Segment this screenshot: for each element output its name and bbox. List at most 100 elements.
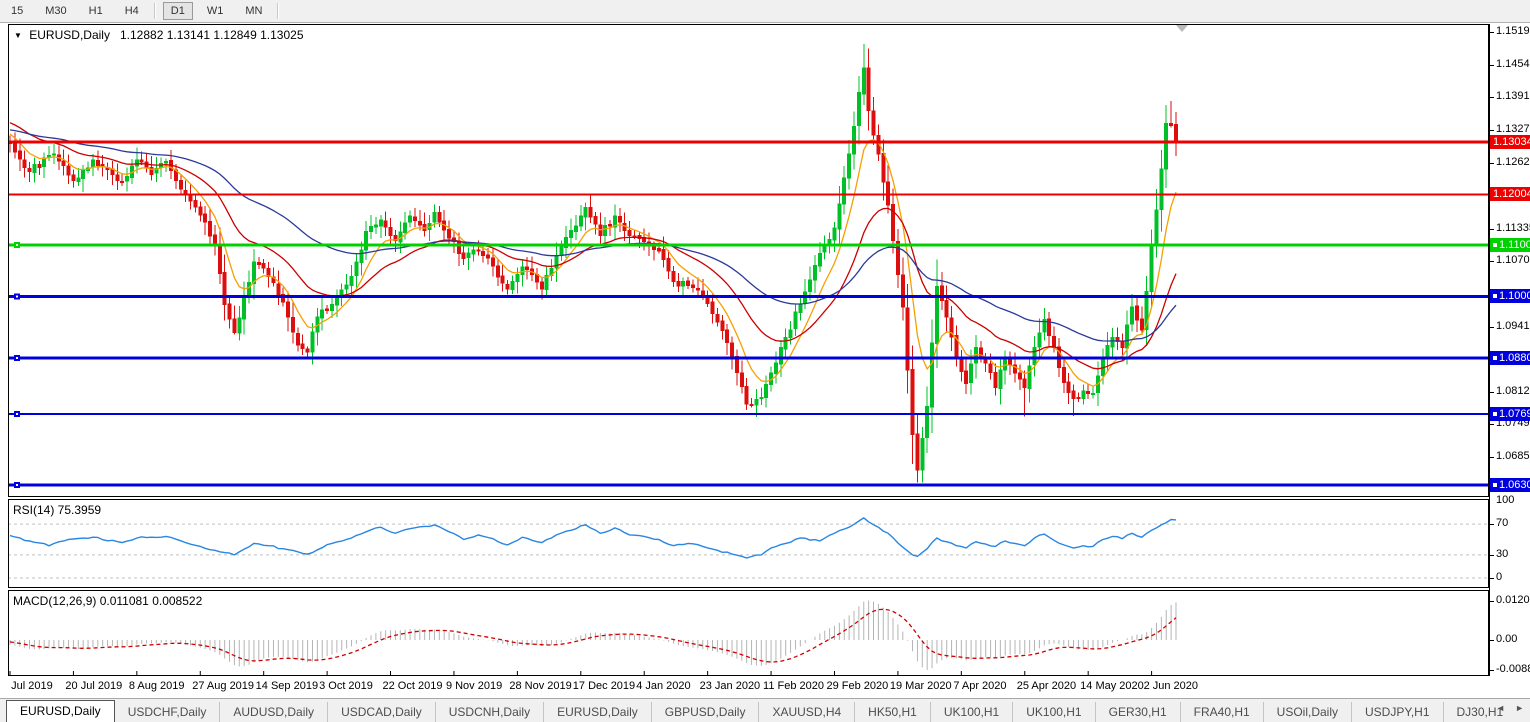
price-tick-label: 1.13915	[1496, 90, 1530, 102]
chart-tab-GBPUSD-Daily[interactable]: GBPUSD,Daily	[651, 702, 759, 722]
timeframe-toolbar: 15 M30 H1 H4 D1 W1 MN	[0, 0, 1530, 23]
chart-tab-UK100-H1[interactable]: UK100,H1	[1012, 702, 1094, 722]
date-tick-label: 23 Jan 2020	[700, 680, 761, 692]
price-tick-label: 1.15190	[1496, 25, 1530, 37]
rsi-tick-label: 70	[1496, 517, 1508, 529]
chart-tab-EURUSD-Daily[interactable]: EURUSD,Daily	[6, 700, 115, 722]
chart-tab-HK50-H1[interactable]: HK50,H1	[854, 702, 930, 722]
candlestick-series	[9, 44, 1178, 482]
rsi-tick-mark	[1490, 578, 1494, 579]
price-tick-label: 1.10705	[1496, 254, 1530, 266]
timeframe-button-H1[interactable]: H1	[81, 2, 111, 20]
date-tick-label: 22 Oct 2019	[383, 680, 443, 692]
price-tick-mark	[1490, 424, 1494, 425]
date-tick-label: 29 Feb 2020	[826, 680, 888, 692]
macd-tick-label: -0.00888	[1496, 663, 1530, 675]
date-tick-label: 14 Sep 2019	[256, 680, 318, 692]
level-price-label: 1.07697	[1490, 407, 1530, 421]
level-price-label: 1.08800	[1490, 351, 1530, 365]
toolbar-separator	[154, 3, 156, 19]
chart-canvas[interactable]	[8, 24, 1489, 676]
rsi-tick-label: 30	[1496, 548, 1508, 560]
level-handle-icon	[1493, 356, 1497, 360]
timeframe-button-15[interactable]: 15	[3, 2, 31, 20]
macd-tick-mark	[1490, 601, 1494, 602]
tab-scroll-controls: ◄ ►	[1496, 703, 1524, 713]
date-tick-label: 20 Jul 2019	[65, 680, 122, 692]
chart-tab-AUDUSD-Daily[interactable]: AUDUSD,Daily	[219, 702, 327, 722]
date-tick-label: 27 Aug 2019	[192, 680, 254, 692]
macd-signal-line	[10, 609, 1176, 662]
timeframe-button-M30[interactable]: M30	[37, 2, 74, 20]
chart-tab-USDCNH-Daily[interactable]: USDCNH,Daily	[435, 702, 543, 722]
tab-scroll-left-button[interactable]: ◄	[1496, 703, 1505, 713]
mt4-window: 15 M30 H1 H4 D1 W1 MN ▼ EURUSD,Daily 1.12882 1…	[0, 0, 1530, 722]
date-tick-label: 28 Nov 2019	[509, 680, 571, 692]
rsi-tick-label: 0	[1496, 571, 1502, 583]
macd-tick-label: 0.00	[1496, 633, 1517, 645]
date-tick-label: 11 Feb 2020	[763, 680, 824, 692]
timeframe-button-MN[interactable]: MN	[237, 2, 270, 20]
tab-scroll-right-button[interactable]: ►	[1515, 703, 1524, 713]
chart-symbol-label: EURUSD,Daily	[29, 28, 110, 42]
price-tick-mark	[1490, 261, 1494, 262]
price-tick-mark	[1490, 457, 1494, 458]
price-tick-label: 1.06850	[1496, 450, 1530, 462]
price-tick-label: 1.13270	[1496, 123, 1530, 135]
chart-title: ▼ EURUSD,Daily 1.12882 1.13141 1.12849 1…	[14, 28, 304, 42]
chart-tab-XAUUSD-H4[interactable]: XAUUSD,H4	[758, 702, 854, 722]
level-price-label: 1.10008	[1490, 289, 1530, 303]
level-handle-icon	[1493, 412, 1497, 416]
chart-tab-GER30-H1[interactable]: GER30,H1	[1095, 702, 1180, 722]
chart-tab-bar: EURUSD,DailyUSDCHF,DailyAUDUSD,DailyUSDC…	[0, 698, 1530, 722]
date-axis[interactable]: 2 Jul 2019 20 Jul 2019 8 Aug 2019 27 Aug 20…	[8, 676, 1489, 697]
date-tick-label: 3 Oct 2019	[319, 680, 373, 692]
price-tick-mark	[1490, 392, 1494, 393]
date-tick-label: 2 Jun 2020	[1144, 680, 1198, 692]
price-tick-mark	[1490, 65, 1494, 66]
timeframe-button-W1[interactable]: W1	[199, 2, 232, 20]
price-tick-mark	[1490, 32, 1494, 33]
macd-tick-mark	[1490, 640, 1494, 641]
macd-pane	[10, 601, 1176, 675]
price-tick-mark	[1490, 327, 1494, 328]
chart-tab-USDJPY-H1[interactable]: USDJPY,H1	[1351, 702, 1442, 722]
chart-shift-marker-icon[interactable]	[1176, 25, 1188, 32]
price-axis[interactable]: 1.151901.145451.139151.132701.126251.113…	[1489, 24, 1530, 676]
date-tick-label: 8 Aug 2019	[129, 680, 185, 692]
level-price-label: 1.13034	[1490, 135, 1530, 149]
date-tick-label: 9 Nov 2019	[446, 680, 502, 692]
price-tick-label: 1.12625	[1496, 156, 1530, 168]
macd-indicator-label: MACD(12,26,9) 0.011081 0.008522	[13, 594, 202, 608]
chart-tab-USDCHF-Daily[interactable]: USDCHF,Daily	[115, 702, 220, 722]
macd-tick-mark	[1490, 670, 1494, 671]
chevron-down-icon: ▼	[14, 31, 22, 40]
rsi-tick-mark	[1490, 555, 1494, 556]
price-tick-mark	[1490, 130, 1494, 131]
ma-slow-line	[10, 130, 1176, 341]
date-tick-label: 25 Apr 2020	[1017, 680, 1076, 692]
rsi-tick-label: 100	[1496, 494, 1514, 506]
timeframe-button-H4[interactable]: H4	[117, 2, 147, 20]
price-tick-mark	[1490, 97, 1494, 98]
moving-average-lines	[10, 123, 1176, 387]
chart-tab-UK100-H1[interactable]: UK100,H1	[930, 702, 1012, 722]
chart-window[interactable]: ▼ EURUSD,Daily 1.12882 1.13141 1.12849 1…	[8, 24, 1489, 676]
date-tick-label: 2 Jul 2019	[8, 680, 53, 692]
chart-tab-USDCAD-Daily[interactable]: USDCAD,Daily	[327, 702, 435, 722]
rsi-indicator-label: RSI(14) 75.3959	[13, 503, 101, 517]
rsi-tick-mark	[1490, 524, 1494, 525]
price-tick-mark	[1490, 163, 1494, 164]
price-tick-mark	[1490, 229, 1494, 230]
rsi-pane	[8, 518, 1489, 578]
date-tick-label: 19 Mar 2020	[890, 680, 952, 692]
price-tick-label: 1.08125	[1496, 385, 1530, 397]
chart-tab-EURUSD-Daily[interactable]: EURUSD,Daily	[543, 702, 651, 722]
price-tick-label: 1.14545	[1496, 58, 1530, 70]
chart-tab-FRA40-H1[interactable]: FRA40,H1	[1180, 702, 1263, 722]
level-price-label: 1.12004	[1490, 187, 1530, 201]
timeframe-button-D1[interactable]: D1	[163, 2, 193, 20]
chart-tab-USOil-Daily[interactable]: USOil,Daily	[1263, 702, 1351, 722]
date-tick-label: 17 Dec 2019	[573, 680, 635, 692]
toolbar-separator	[277, 3, 279, 19]
